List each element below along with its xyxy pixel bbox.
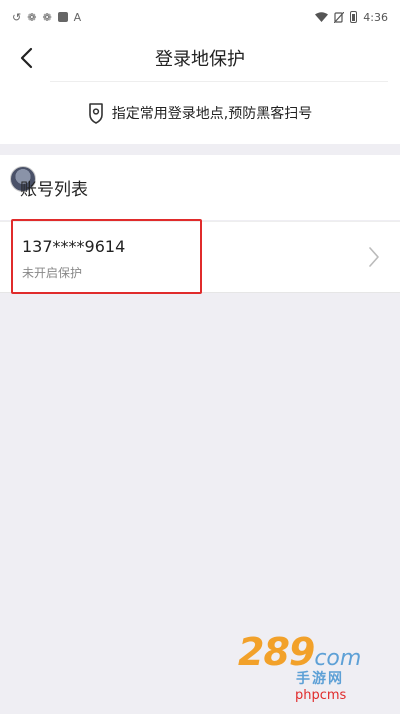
status-bar-notifications: ↺ ❁ ❁ 𝖠 <box>12 11 81 24</box>
status-bar: ↺ ❁ ❁ 𝖠 4:36 <box>0 0 400 34</box>
status-time: 4:36 <box>363 10 388 24</box>
chevron-right-icon <box>369 247 379 267</box>
tip-text: 指定常用登录地点,预防黑客扫号 <box>111 106 313 122</box>
location-shield-icon <box>88 103 103 124</box>
watermark-footer: phpcms <box>295 688 347 703</box>
page-title: 登录地保护 <box>155 49 245 70</box>
tip-banner: 指定常用登录地点,预防黑客扫号 <box>0 82 400 144</box>
status-bar-system: 4:36 <box>315 11 388 24</box>
sync-icon: ↺ <box>12 10 22 24</box>
watermark-subtitle: 手游网 <box>296 671 344 687</box>
bug-icon: ❁ <box>42 10 52 24</box>
square-app-icon <box>57 12 68 22</box>
bug-icon: ❁ <box>27 10 37 24</box>
a-app-icon: 𝖠 <box>73 10 82 24</box>
account-list-header: 账号列表 <box>0 155 400 220</box>
no-sim-icon <box>334 11 345 23</box>
chevron-left-icon <box>20 47 33 69</box>
account-protection-status: 未开启保护 <box>22 266 83 280</box>
account-list-item[interactable]: 137****9614 未开启保护 <box>0 221 400 293</box>
nav-bar: 登录地保护 <box>0 34 400 82</box>
watermark-logo: 289com 手游网 <box>238 630 361 687</box>
wifi-icon <box>315 12 329 22</box>
section-title: 账号列表 <box>20 180 88 200</box>
back-button[interactable] <box>10 42 42 74</box>
battery-icon <box>350 11 358 23</box>
account-phone: 137****9614 <box>22 237 126 256</box>
